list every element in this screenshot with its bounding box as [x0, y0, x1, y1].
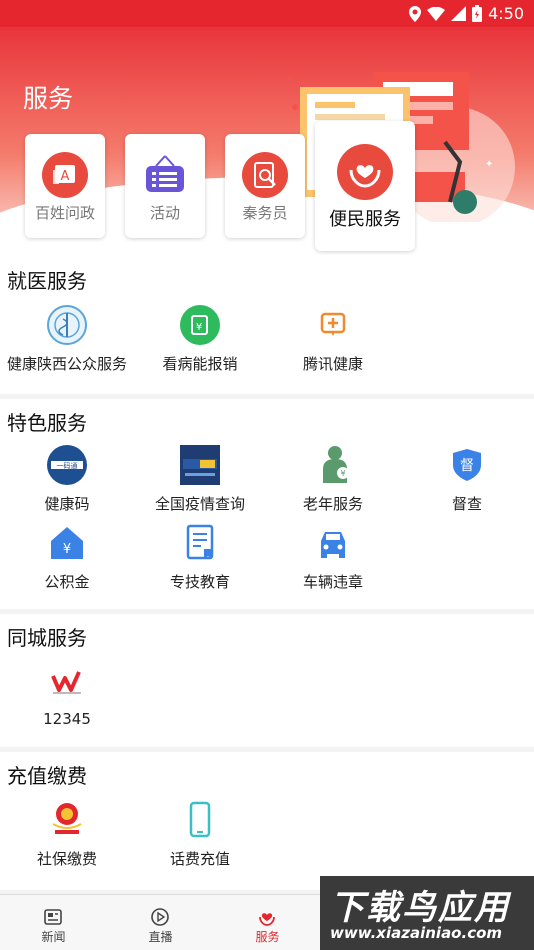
search-doc-icon — [242, 152, 288, 198]
wifi-icon — [427, 6, 446, 21]
svg-text:A: A — [61, 169, 70, 184]
tab-label: 直播 — [148, 930, 173, 944]
tab-label: 服务 — [255, 930, 280, 944]
service-label: 专技教育 — [169, 573, 230, 591]
service-label: 督查 — [451, 495, 482, 513]
quick-action-label: 秦务员 — [242, 204, 288, 222]
tencent-health-icon — [320, 312, 346, 336]
housing-fund-icon: ¥ — [51, 527, 83, 559]
elderly-service-icon: ¥ — [323, 446, 349, 483]
service-heart-icon — [259, 913, 275, 926]
quick-action-convenience[interactable]: 便民服务 — [315, 121, 415, 251]
supervision-icon: 督 — [453, 449, 481, 481]
service-label: 健康陕西公众服务 — [6, 355, 127, 373]
news-icon — [44, 909, 62, 925]
service-label: 看病能报销 — [162, 355, 238, 373]
status-time: 4:50 — [488, 4, 524, 23]
tab-service[interactable]: 服务 — [214, 895, 321, 950]
section-title: 就医服务 — [7, 269, 87, 293]
service-label: 全国疫情查询 — [154, 495, 245, 513]
service-label: 社保缴费 — [36, 850, 97, 868]
section-featured: 特色服务 一码通 健康码 全国疫情查询 ¥ 老年服务 督 督查 ¥ 公积金 专技… — [0, 399, 534, 609]
activity-icon — [142, 152, 188, 198]
watermark-title: 下载鸟应用 — [330, 888, 510, 928]
svg-text:✦: ✦ — [485, 159, 493, 170]
quick-action-activity[interactable]: 活动 — [125, 134, 205, 238]
signal-icon — [451, 6, 467, 21]
section-medical: 就医服务 健康陕西公众服务 ¥ 看病能报销 腾讯健康 — [0, 257, 534, 394]
heart-hands-icon — [337, 144, 393, 200]
live-play-icon — [151, 908, 169, 926]
section-title: 特色服务 — [7, 411, 87, 435]
reimburse-icon: ¥ — [180, 305, 220, 345]
svg-text:¥: ¥ — [196, 322, 202, 333]
svg-text:✦: ✦ — [285, 74, 293, 85]
page-title: 服务 — [23, 84, 74, 113]
section-title: 同城服务 — [7, 626, 87, 650]
svg-text:一码通: 一码通 — [57, 461, 78, 470]
service-label: 公积金 — [44, 573, 90, 591]
quick-action-officer[interactable]: 秦务员 — [225, 134, 305, 238]
location-icon — [409, 5, 422, 22]
tab-live[interactable]: 直播 — [107, 895, 214, 950]
car-violation-icon — [321, 532, 345, 558]
service-label: 健康码 — [44, 495, 90, 513]
status-bar: 4:50 — [0, 0, 534, 27]
status-icons: 4:50 — [409, 4, 524, 23]
health-shaanxi-logo-icon — [47, 305, 87, 345]
battery-icon — [472, 5, 483, 22]
quick-action-complaint[interactable]: A 百姓问政 — [25, 134, 105, 238]
service-label: 腾讯健康 — [302, 355, 363, 373]
social-insurance-emblem-icon — [52, 803, 82, 834]
complaint-icon: A — [42, 152, 88, 198]
quick-action-label: 便民服务 — [329, 209, 401, 230]
watermark-url: www.xiazainiao.com — [330, 924, 503, 942]
svg-text:¥: ¥ — [63, 542, 71, 557]
quick-action-label: 活动 — [149, 204, 180, 222]
section-recharge: 充值缴费 社保缴费 话费充值 — [0, 752, 534, 890]
phone-icon — [189, 801, 211, 838]
quick-action-label: 百姓问政 — [34, 204, 95, 222]
section-title: 充值缴费 — [7, 764, 87, 788]
epidemic-query-icon — [180, 445, 220, 485]
tab-news[interactable]: 新闻 — [0, 895, 107, 950]
health-code-icon: 一码通 — [47, 445, 87, 485]
watermark: 下载鸟应用 www.xiazainiao.com — [320, 876, 534, 950]
svg-text:¥: ¥ — [340, 469, 345, 478]
section-city: 同城服务 12345 — [0, 614, 534, 747]
service-label: 12345 — [43, 710, 91, 728]
tab-label: 新闻 — [41, 930, 66, 944]
svg-text:督: 督 — [460, 458, 474, 474]
education-icon — [186, 524, 214, 560]
hotline-12345-logo-icon — [51, 671, 81, 694]
service-label: 车辆违章 — [302, 573, 363, 591]
service-label: 话费充值 — [169, 850, 230, 868]
service-label: 老年服务 — [302, 495, 363, 513]
